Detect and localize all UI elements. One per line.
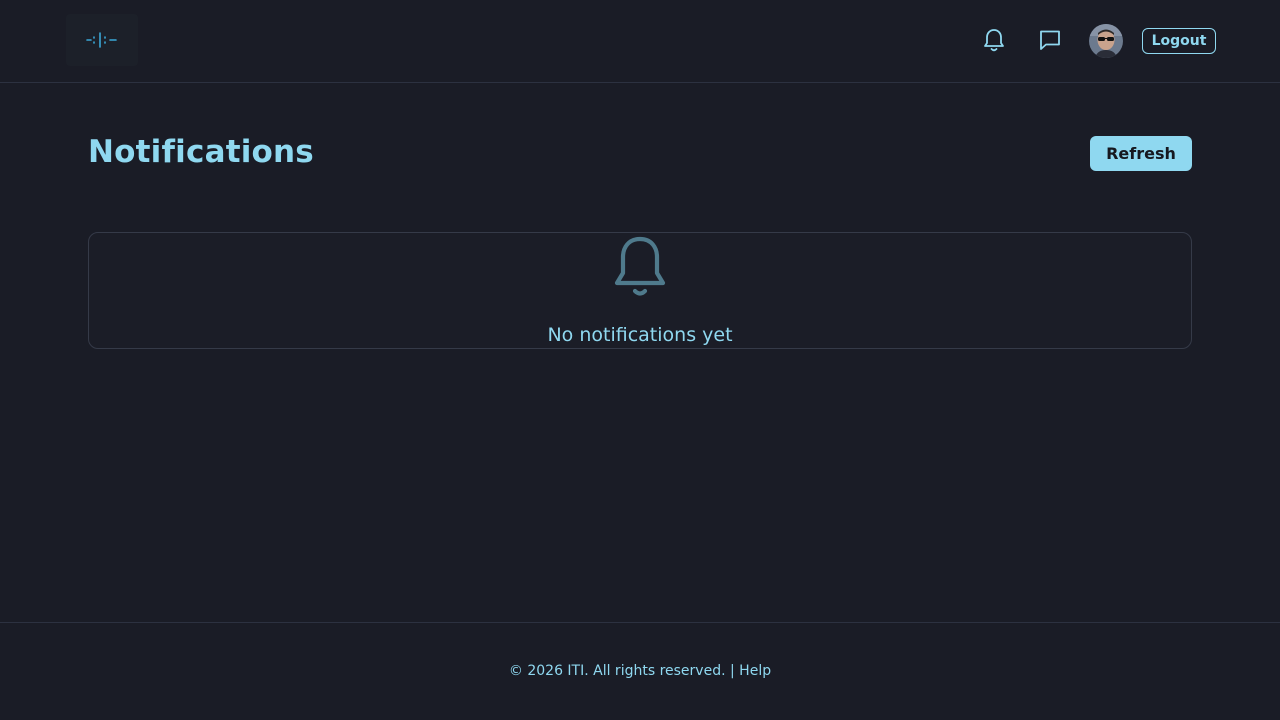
waveform-logo-icon bbox=[86, 32, 117, 48]
empty-state-message: No notifications yet bbox=[547, 324, 733, 346]
footer: © 2026 ITI. All rights reserved. | Help bbox=[0, 622, 1280, 720]
bell-icon bbox=[984, 29, 1004, 52]
bell-icon bbox=[614, 236, 666, 296]
notifications-button[interactable] bbox=[981, 27, 1007, 53]
refresh-button[interactable]: Refresh bbox=[1090, 136, 1192, 171]
user-avatar[interactable] bbox=[1089, 24, 1123, 58]
app-logo[interactable] bbox=[66, 14, 138, 66]
chat-bubble-icon bbox=[1040, 30, 1060, 50]
messages-button[interactable] bbox=[1037, 27, 1063, 53]
footer-separator: | bbox=[730, 663, 735, 679]
top-navbar: Logout bbox=[0, 0, 1280, 83]
help-link[interactable]: Help bbox=[739, 663, 771, 679]
page: Logout Notifications Refresh No notifica… bbox=[0, 0, 1280, 720]
footer-text: © 2026 ITI. All rights reserved. | Help bbox=[0, 663, 1280, 679]
avatar-image bbox=[1089, 24, 1123, 58]
logout-button[interactable]: Logout bbox=[1142, 28, 1216, 54]
page-title: Notifications bbox=[88, 134, 314, 170]
copyright-text: © 2026 ITI. All rights reserved. bbox=[508, 663, 726, 679]
empty-state-card: No notifications yet bbox=[88, 232, 1192, 349]
